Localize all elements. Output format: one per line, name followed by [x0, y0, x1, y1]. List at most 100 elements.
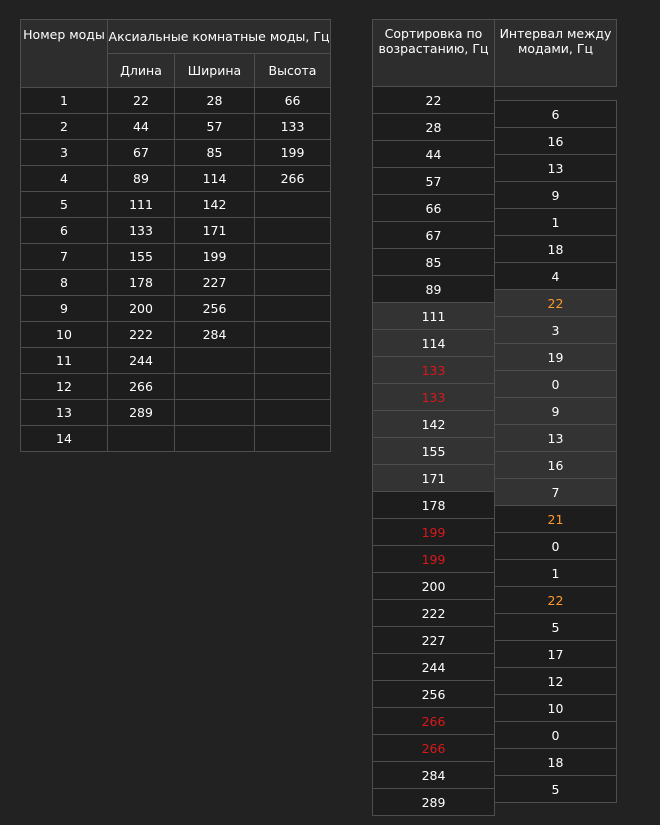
table-row: 21	[494, 505, 617, 533]
table-row: 12 266	[20, 373, 332, 400]
table-row: 22	[372, 86, 495, 114]
table-row: 89	[372, 275, 495, 303]
mode-number-cell: 14	[20, 425, 108, 452]
table-row: 7	[494, 478, 617, 506]
sorted-frequency-cell: 66	[372, 194, 495, 222]
height-cell: 199	[253, 139, 332, 166]
sorted-frequency-cell: 142	[372, 410, 495, 438]
interval-cell: 17	[494, 640, 617, 668]
table-row: 18	[494, 748, 617, 776]
table-row: 222	[372, 599, 495, 627]
table-row: 10 222 284	[20, 321, 332, 348]
mode-number-cell: 11	[20, 347, 108, 374]
interval-cell: 18	[494, 235, 617, 263]
table-row: 1	[494, 559, 617, 587]
interval-cell: 9	[494, 397, 617, 425]
sorted-frequencies-table: Сортировка по возрастанию, Гц 22 28 44 57 66…	[372, 19, 495, 816]
table-row: 199	[372, 545, 495, 573]
table-row: 200	[372, 572, 495, 600]
table-row: 28	[372, 113, 495, 141]
table-row: 9	[494, 397, 617, 425]
interval-cell: 5	[494, 613, 617, 641]
table-row: 199	[372, 518, 495, 546]
table-row: 5	[494, 613, 617, 641]
sorted-frequency-cell: 133	[372, 356, 495, 384]
mode-number-cell: 7	[20, 243, 108, 270]
table-row: 171	[372, 464, 495, 492]
height-cell	[253, 425, 332, 452]
width-cell	[174, 347, 255, 374]
length-cell: 155	[107, 243, 175, 270]
length-cell: 89	[107, 165, 175, 192]
height-cell: 66	[253, 87, 332, 114]
table-row: 244	[372, 653, 495, 681]
header-length: Длина	[107, 53, 175, 88]
table-row: 1 22 28 66	[20, 87, 332, 114]
table-row: 10	[494, 694, 617, 722]
height-cell	[253, 217, 332, 244]
interval-cell: 10	[494, 694, 617, 722]
table-row: 111	[372, 302, 495, 330]
width-cell: 171	[174, 217, 255, 244]
table-row: 12	[494, 667, 617, 695]
table-row: 22	[494, 289, 617, 317]
interval-cell: 1	[494, 208, 617, 236]
height-cell	[253, 399, 332, 426]
interval-cell: 4	[494, 262, 617, 290]
table-row: 289	[372, 788, 495, 816]
sorted-frequency-cell: 22	[372, 86, 495, 114]
table-row: 155	[372, 437, 495, 465]
length-cell: 133	[107, 217, 175, 244]
table-row: 3	[494, 316, 617, 344]
mode-number-cell: 1	[20, 87, 108, 114]
height-cell	[253, 347, 332, 374]
table-row: 6 133 171	[20, 217, 332, 244]
length-cell: 200	[107, 295, 175, 322]
table-row: 22	[494, 586, 617, 614]
length-cell: 178	[107, 269, 175, 296]
sorted-frequency-cell: 28	[372, 113, 495, 141]
length-cell: 67	[107, 139, 175, 166]
mode-number-cell: 4	[20, 165, 108, 192]
interval-cell: 12	[494, 667, 617, 695]
sorted-frequency-cell: 67	[372, 221, 495, 249]
width-cell	[174, 425, 255, 452]
sorted-frequency-cell: 178	[372, 491, 495, 519]
sorted-frequency-cell: 111	[372, 302, 495, 330]
length-cell: 111	[107, 191, 175, 218]
sorted-frequency-cell: 199	[372, 545, 495, 573]
table-row: 114	[372, 329, 495, 357]
interval-cell: 22	[494, 586, 617, 614]
axial-modes-body: 1 22 28 66 2 44 57 133 3 67 85 199 4 89 114 266 5 111 142 6…	[20, 87, 332, 452]
table-row: 6	[494, 100, 617, 128]
table-row: 5 111 142	[20, 191, 332, 218]
header-sorted: Сортировка по возрастанию, Гц	[372, 19, 495, 87]
table-row: 13 289	[20, 399, 332, 426]
table-row: 16	[494, 127, 617, 155]
sorted-frequency-cell: 200	[372, 572, 495, 600]
height-cell	[253, 295, 332, 322]
height-cell	[253, 243, 332, 270]
header-height: Высота	[253, 53, 332, 88]
mode-number-cell: 9	[20, 295, 108, 322]
table-row: 1	[494, 208, 617, 236]
sorted-frequency-cell: 289	[372, 788, 495, 816]
table-row: 133	[372, 356, 495, 384]
mode-number-cell: 3	[20, 139, 108, 166]
height-cell: 133	[253, 113, 332, 140]
mode-number-cell: 13	[20, 399, 108, 426]
width-cell	[174, 399, 255, 426]
table-row: 11 244	[20, 347, 332, 374]
width-cell: 227	[174, 269, 255, 296]
interval-cell: 9	[494, 181, 617, 209]
length-cell: 289	[107, 399, 175, 426]
table-row: 85	[372, 248, 495, 276]
mode-intervals-body: 6 16 13 9 1 18 4 22 3 19 0 9 13 16 7 21 0 1 22 5 17 12 10 0 18 5	[494, 87, 617, 803]
table-row: 18	[494, 235, 617, 263]
height-cell: 266	[253, 165, 332, 192]
table-row: 0	[494, 370, 617, 398]
length-cell: 22	[107, 87, 175, 114]
interval-cell: 16	[494, 127, 617, 155]
table-row: 256	[372, 680, 495, 708]
table-row: 57	[372, 167, 495, 195]
